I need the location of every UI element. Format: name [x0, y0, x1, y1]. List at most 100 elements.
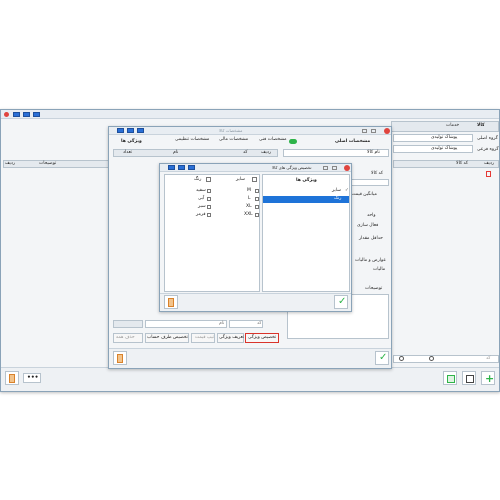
minimize-icon[interactable]: [371, 129, 376, 133]
feature-size-item[interactable]: سایز: [332, 188, 341, 194]
color-blue-label: آبی: [198, 196, 205, 201]
features-list-header: ویژگی ها: [296, 178, 317, 183]
left-header-label: توضیحات: [39, 161, 57, 166]
group-sub-value: پوشاک تولیدی: [431, 146, 458, 151]
exit-button[interactable]: [113, 351, 127, 365]
search-input[interactable]: [393, 355, 499, 363]
more-button[interactable]: •••: [23, 373, 41, 383]
delete-all-label: حذف همه: [116, 335, 135, 340]
tab-technical[interactable]: مشخصات فنی: [259, 137, 287, 143]
window-button-icon[interactable]: [188, 165, 195, 170]
color-white-label: سفید: [196, 188, 206, 193]
size-group-label: سایز: [236, 177, 245, 182]
close-dot-icon[interactable]: [384, 128, 390, 134]
code-label: کد کالا: [371, 171, 384, 176]
values-area: [164, 174, 260, 292]
toggle-switch[interactable]: [289, 139, 297, 144]
code-search-label: کد: [257, 321, 262, 326]
color-blue-checkbox[interactable]: [207, 197, 211, 201]
feature-color-label: رنگ: [334, 196, 342, 201]
more-icon: •••: [27, 374, 39, 381]
report-button[interactable]: [443, 371, 457, 385]
col-name: نام: [173, 150, 179, 155]
minimize-icon[interactable]: [332, 166, 337, 170]
check-icon: ✓: [379, 352, 388, 363]
close-dot-icon[interactable]: [344, 165, 350, 171]
window-button-icon[interactable]: [13, 112, 20, 117]
tab-features[interactable]: ویژگی ها: [121, 139, 142, 145]
report-icon: [447, 375, 455, 383]
assign-account-label: تخصیص طرف حساب: [147, 335, 188, 340]
window-button-icon[interactable]: [178, 165, 185, 170]
exit-button[interactable]: [5, 371, 19, 385]
size-xl-checkbox[interactable]: [255, 205, 259, 209]
plus-icon: +: [485, 372, 495, 385]
code-field[interactable]: [349, 179, 389, 186]
size-l-checkbox[interactable]: [255, 197, 259, 201]
window-button-icon[interactable]: [137, 128, 144, 133]
maximize-icon[interactable]: [323, 166, 328, 170]
hierarchy-button[interactable]: [462, 371, 476, 385]
exit-icon: [9, 374, 15, 383]
delete-icon[interactable]: [486, 171, 491, 177]
color-red-checkbox[interactable]: [207, 213, 211, 217]
window-button-icon[interactable]: [127, 128, 134, 133]
size-m-label: M: [247, 188, 251, 193]
tab-settings[interactable]: مشخصات تنظیمی: [175, 137, 209, 143]
filter-button[interactable]: [113, 320, 143, 328]
tab-main-specs[interactable]: مشخصات اصلی: [335, 139, 370, 145]
exit-icon: [168, 298, 174, 307]
size-xxl-checkbox[interactable]: [255, 213, 259, 217]
price-type-label: تیپ قیمت: [195, 335, 214, 340]
window-button-icon[interactable]: [33, 112, 40, 117]
color-red-label: قرمز: [196, 212, 206, 217]
window-button-icon[interactable]: [168, 165, 175, 170]
tab-services[interactable]: خدمات: [446, 123, 459, 129]
size-m-checkbox[interactable]: [255, 189, 259, 193]
color-white-checkbox[interactable]: [207, 189, 211, 193]
color-group-label: رنگ: [194, 177, 202, 182]
name-label: نام کالا: [367, 150, 380, 155]
window-button-icon[interactable]: [23, 112, 30, 117]
name-search-input[interactable]: [145, 320, 227, 328]
color-group-checkbox[interactable]: [206, 177, 211, 182]
group-main-label: گروه اصلی: [477, 136, 498, 141]
col-row: ردیف: [261, 150, 272, 155]
bottom-toolbar: [1, 367, 499, 391]
search-icon[interactable]: [399, 356, 404, 361]
row-header: ردیف: [484, 161, 495, 166]
code-header: کد کالا: [456, 161, 469, 166]
search-placeholder: کد: [486, 356, 491, 361]
define-feature-label: تعریف ویژگی: [219, 335, 245, 340]
col-code: کد: [243, 150, 248, 155]
product-window-title: مشخصات کالا: [219, 128, 243, 133]
confirm-button[interactable]: ✓: [375, 351, 389, 365]
size-l-label: L: [248, 196, 251, 201]
product-footer: [109, 348, 391, 368]
dialog-title: تخصیص ویژگی های کالا: [272, 165, 312, 170]
min-quantity-label: حداقل مقدار: [359, 236, 383, 241]
left-header-row: ردیف: [5, 161, 16, 166]
color-green-checkbox[interactable]: [207, 205, 211, 209]
size-group-checkbox[interactable]: [252, 177, 257, 182]
add-button[interactable]: +: [481, 371, 495, 385]
features-table-header: [113, 149, 278, 157]
color-green-label: سبز: [198, 204, 206, 209]
vat-label: مالیات: [373, 267, 386, 272]
search-icon[interactable]: [429, 356, 434, 361]
close-dot-icon[interactable]: [4, 112, 9, 117]
assign-features-dialog: تخصیص ویژگی های کالا ویژگی ها سایز ✓ رنگ…: [159, 163, 352, 312]
dialog-exit-button[interactable]: [164, 295, 178, 309]
tab-financial[interactable]: مشخصات مالی: [219, 137, 248, 143]
size-xxl-label: XXL: [244, 212, 253, 217]
col-count: تعداد: [123, 150, 133, 155]
description-label: توضیحات: [365, 286, 383, 291]
group-main-value: پوشاک تولیدی: [431, 135, 458, 140]
hierarchy-icon: [466, 375, 474, 383]
tab-goods[interactable]: کالا: [477, 123, 485, 129]
dialog-confirm-button[interactable]: ✓: [334, 295, 348, 309]
tax-label: عوارض و مالیات: [355, 258, 387, 263]
left-table-header: [3, 160, 113, 168]
maximize-icon[interactable]: [362, 129, 367, 133]
window-button-icon[interactable]: [117, 128, 124, 133]
